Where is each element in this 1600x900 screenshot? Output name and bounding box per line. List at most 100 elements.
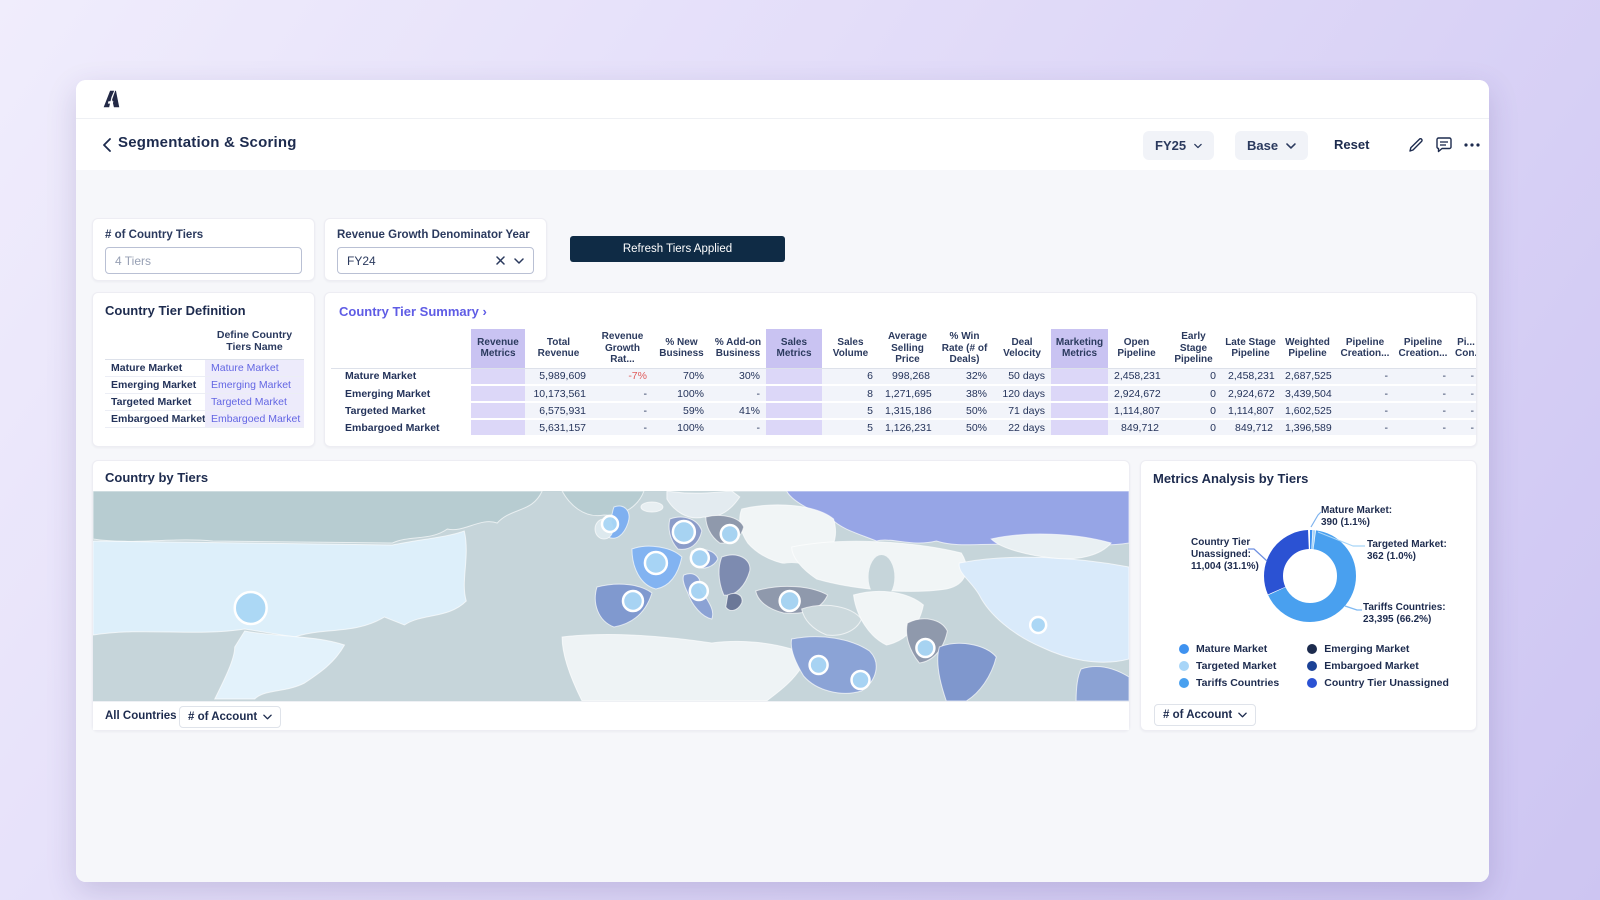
country-bubble [623,591,643,611]
summary-cell: - [1336,368,1394,385]
callout-mature: Mature Market:390 (1.1%) [1321,505,1392,529]
legend-label: Embargoed Market [1324,660,1419,672]
back-button[interactable] [96,135,116,155]
summary-cell: 8 [822,385,879,402]
time-period-value: FY25 [1155,138,1186,153]
map-title-bar: Country by Tiers [93,461,1129,491]
anaplan-logo-icon [100,88,122,110]
summary-cell: 100% [653,385,710,402]
scenario-selector[interactable]: Base [1235,131,1308,160]
tier-row-label: Mature Market [105,360,205,377]
summary-cell: - [710,385,766,402]
summary-cell: 1,114,807 [1222,402,1279,419]
tier-name-cell[interactable]: Emerging Market [205,377,304,394]
definition-row: Targeted MarketTargeted Market [105,394,304,411]
chevron-down-icon [1286,143,1296,149]
summary-cell: 6 [822,368,879,385]
summary-cell: 50% [936,419,993,436]
summary-cell [471,368,525,385]
donut-chart[interactable] [1141,461,1478,732]
country-map-card: Country by Tiers [92,460,1130,731]
summary-row-label: Emerging Market [331,385,471,402]
legend-item: Mature Market [1179,643,1279,655]
legend-dot-icon [1307,644,1317,654]
tier-row-label: Emerging Market [105,377,205,394]
chevron-down-icon [263,714,272,720]
dashboard-content: # of Country Tiers Revenue Growth Denomi… [76,170,1489,882]
country-tiers-card: # of Country Tiers [92,218,315,281]
summary-cell: 3,439,504 [1279,385,1336,402]
summary-column-header: Total Revenue [525,329,592,368]
summary-cell: 59% [653,402,710,419]
chevron-down-icon [1194,143,1202,149]
summary-cell: -7% [592,368,653,385]
definition-row: Emerging MarketEmerging Market [105,377,304,394]
summary-cell: 5,631,157 [525,419,592,436]
summary-cell [766,385,822,402]
time-period-selector[interactable]: FY25 [1143,131,1214,160]
legend-item: Tariffs Countries [1179,677,1279,689]
refresh-tiers-button[interactable]: Refresh Tiers Applied [570,236,785,262]
summary-row: Targeted Market6,575,931-59%41%51,315,18… [331,402,1477,419]
summary-column-header: Marketing Metrics [1051,329,1108,368]
summary-cell: - [1336,402,1394,419]
summary-column-header [331,329,471,368]
summary-column-header: % New Business [653,329,710,368]
summary-cell [1051,402,1108,419]
summary-column-header: Open Pipeline [1108,329,1165,368]
legend-label: Country Tier Unassigned [1324,677,1449,689]
summary-cell: 2,458,231 [1222,368,1279,385]
summary-cell: 1,315,186 [879,402,936,419]
summary-cell [471,385,525,402]
summary-cell: 5 [822,419,879,436]
summary-cell: 50 days [993,368,1051,385]
page-title: Segmentation & Scoring [118,134,297,151]
tier-summary-card: Country Tier Summary › Revenue MetricsTo… [324,292,1477,447]
callout-tariffs: Tariffs Countries:23,395 (66.2%) [1363,602,1446,626]
chevron-down-icon[interactable] [514,258,524,264]
more-options-icon[interactable] [1462,135,1482,155]
summary-column-header: Average Selling Price [879,329,936,368]
legend-dot-icon [1179,678,1189,688]
summary-cell: - [1452,419,1477,436]
summary-cell: 41% [710,402,766,419]
legend-dot-icon [1307,661,1317,671]
definition-table-body: Mature MarketMature MarketEmerging Marke… [105,360,304,428]
denominator-year-select[interactable]: FY24 [337,247,534,274]
summary-column-header: Pipeline Creation... [1336,329,1394,368]
map-title: Country by Tiers [105,470,208,485]
summary-cell: - [1336,419,1394,436]
world-map[interactable] [93,491,1129,701]
summary-column-header: Pipeline Creation... [1394,329,1452,368]
metrics-account-dropdown[interactable]: # of Account [1154,704,1256,726]
country-bubble [780,591,800,611]
summary-row-label: Mature Market [331,368,471,385]
tier-name-cell[interactable]: Targeted Market [205,394,304,411]
country-bubble [235,592,267,624]
summary-cell: - [1452,368,1477,385]
summary-cell: 71 days [993,402,1051,419]
map-account-dropdown[interactable]: # of Account [179,706,281,728]
summary-cell: 120 days [993,385,1051,402]
country-bubble [810,656,828,674]
tier-name-cell[interactable]: Embargoed Market [205,411,304,428]
donut-legend: Mature MarketTargeted MarketTariffs Coun… [1179,643,1449,689]
summary-cell: - [1452,402,1477,419]
tier-summary-link[interactable]: Country Tier Summary › [339,304,487,319]
edit-pencil-icon[interactable] [1406,135,1426,155]
clear-icon[interactable] [496,256,505,265]
comment-icon[interactable] [1434,135,1454,155]
reset-button[interactable]: Reset [1334,137,1369,152]
summary-cell: 1,396,589 [1279,419,1336,436]
summary-cell [471,402,525,419]
summary-cell: 0 [1165,385,1222,402]
tier-name-cell[interactable]: Mature Market [205,360,304,377]
summary-cell: 1,126,231 [879,419,936,436]
summary-cell: 0 [1165,402,1222,419]
summary-column-header: Weighted Pipeline [1279,329,1336,368]
country-tiers-input[interactable] [105,247,302,274]
summary-cell: 6,575,931 [525,402,592,419]
summary-cell: - [1336,385,1394,402]
summary-cell: - [592,385,653,402]
summary-cell: 2,924,672 [1108,385,1165,402]
